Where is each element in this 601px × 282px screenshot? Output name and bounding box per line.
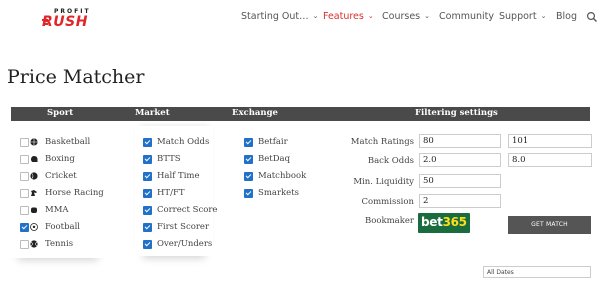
basketball-icon <box>30 138 38 146</box>
nav-blog[interactable]: Blog <box>556 11 577 22</box>
market-label: Correct Score <box>157 205 218 215</box>
market-checkbox[interactable] <box>143 172 152 181</box>
exchange-list: Betfair BetDaq Matchbook Smarkets <box>244 126 324 198</box>
logo-rush-text: RUSH <box>42 14 88 30</box>
market-checkbox[interactable] <box>143 223 152 232</box>
exchange-checkbox[interactable] <box>244 155 253 164</box>
sport-checkbox[interactable] <box>20 138 29 147</box>
market-label: Match Odds <box>157 137 210 147</box>
nav-courses[interactable]: Courses ⌄ <box>382 11 430 22</box>
sport-list: Basketball Boxing Cricket Horse Racing M… <box>10 126 106 258</box>
nav-label: Starting Out… <box>241 11 309 22</box>
min-liquidity-input[interactable]: 50 <box>419 174 501 188</box>
sport-checkbox[interactable] <box>20 155 29 164</box>
mma-glove-icon <box>31 207 37 213</box>
top-navigation-bar: PROFIT RUSH Starting Out… ⌄ Features ⌄ Cou… <box>0 0 601 38</box>
market-checkbox[interactable] <box>143 206 152 215</box>
bet365-logo-bet: bet <box>421 215 443 229</box>
get-match-button[interactable]: GET MATCH <box>508 216 591 234</box>
bet365-logo[interactable]: bet365 <box>418 213 470 233</box>
nav-label: Blog <box>556 11 577 22</box>
chevron-down-icon: ⌄ <box>367 12 374 20</box>
chevron-down-icon: ⌄ <box>540 12 547 20</box>
exchange-label: BetDaq <box>258 154 291 164</box>
cricket-ball-icon <box>30 172 38 180</box>
market-list: Match Odds BTTS Half Time HT/FT Correct … <box>135 126 217 256</box>
horse-icon <box>31 190 37 196</box>
exchange-checkbox[interactable] <box>244 189 253 198</box>
sport-checkbox[interactable] <box>20 206 29 215</box>
sport-checkbox[interactable] <box>20 223 29 232</box>
bet365-logo-text: bet365 <box>421 215 467 229</box>
market-checkbox[interactable] <box>143 155 152 164</box>
market-label: BTTS <box>157 154 181 164</box>
sport-label: MMA <box>45 205 69 215</box>
bookmaker-label: Bookmaker <box>364 216 414 226</box>
nav-label: Courses <box>382 11 421 22</box>
sport-checkbox[interactable] <box>20 172 29 181</box>
back-odds-max-input[interactable]: 8.0 <box>508 153 592 167</box>
sport-label: Tennis <box>45 239 74 249</box>
sport-label: Football <box>45 222 81 232</box>
exchange-checkbox[interactable] <box>244 172 253 181</box>
header-filtering-settings: Filtering settings <box>415 108 498 118</box>
market-label: Half Time <box>157 171 200 181</box>
bet365-logo-365: 365 <box>442 215 467 229</box>
nav-starting-out[interactable]: Starting Out… ⌄ <box>241 11 319 22</box>
back-odds-min-input[interactable]: 2.0 <box>419 153 501 167</box>
nav-features[interactable]: Features ⌄ <box>323 11 374 22</box>
nav-community[interactable]: Community <box>439 11 494 22</box>
nav-support[interactable]: Support ⌄ <box>499 11 546 22</box>
chevron-down-icon: ⌄ <box>312 12 319 20</box>
sport-label: Basketball <box>45 137 91 147</box>
market-checkbox[interactable] <box>143 138 152 147</box>
header-exchange: Exchange <box>232 108 278 118</box>
header-market: Market <box>135 108 170 118</box>
chevron-down-icon: ⌄ <box>424 12 430 20</box>
tennis-ball-icon <box>30 240 38 248</box>
football-icon <box>30 223 38 231</box>
page-title: Price Matcher <box>7 66 145 88</box>
market-checkbox[interactable] <box>143 189 152 198</box>
sport-checkbox[interactable] <box>20 189 29 198</box>
market-label: First Scorer <box>157 222 210 232</box>
nav-label: Community <box>439 11 494 22</box>
sport-checkbox[interactable] <box>20 240 29 249</box>
dates-dropdown[interactable]: All Dates <box>483 266 591 278</box>
sport-label: Cricket <box>45 171 77 181</box>
min-liquidity-label: Min. Liquidity <box>353 177 414 187</box>
exchange-label: Matchbook <box>258 171 307 181</box>
sport-label: Horse Racing <box>45 188 104 198</box>
sport-label: Boxing <box>45 154 75 164</box>
header-sport: Sport <box>47 108 74 118</box>
match-ratings-label: Match Ratings <box>350 137 414 147</box>
exchange-checkbox[interactable] <box>244 138 253 147</box>
boxing-glove-icon <box>31 156 38 162</box>
market-label: Over/Unders <box>157 239 213 249</box>
exchange-label: Smarkets <box>258 188 299 198</box>
back-odds-label: Back Odds <box>367 156 414 166</box>
profit-rush-logo[interactable]: PROFIT RUSH <box>42 8 90 30</box>
market-checkbox[interactable] <box>143 240 152 249</box>
commission-label: Commission <box>361 197 415 207</box>
market-label: HT/FT <box>157 188 185 198</box>
nav-label: Support <box>499 11 537 22</box>
match-ratings-min-input[interactable]: 80 <box>419 134 501 148</box>
table-header-bar: Sport Market Exchange Filtering settings <box>11 107 590 121</box>
nav-label: Features <box>323 11 364 22</box>
search-icon[interactable] <box>586 11 598 23</box>
exchange-label: Betfair <box>258 137 288 147</box>
commission-input[interactable]: 2 <box>419 194 501 208</box>
match-ratings-max-input[interactable]: 101 <box>508 134 592 148</box>
